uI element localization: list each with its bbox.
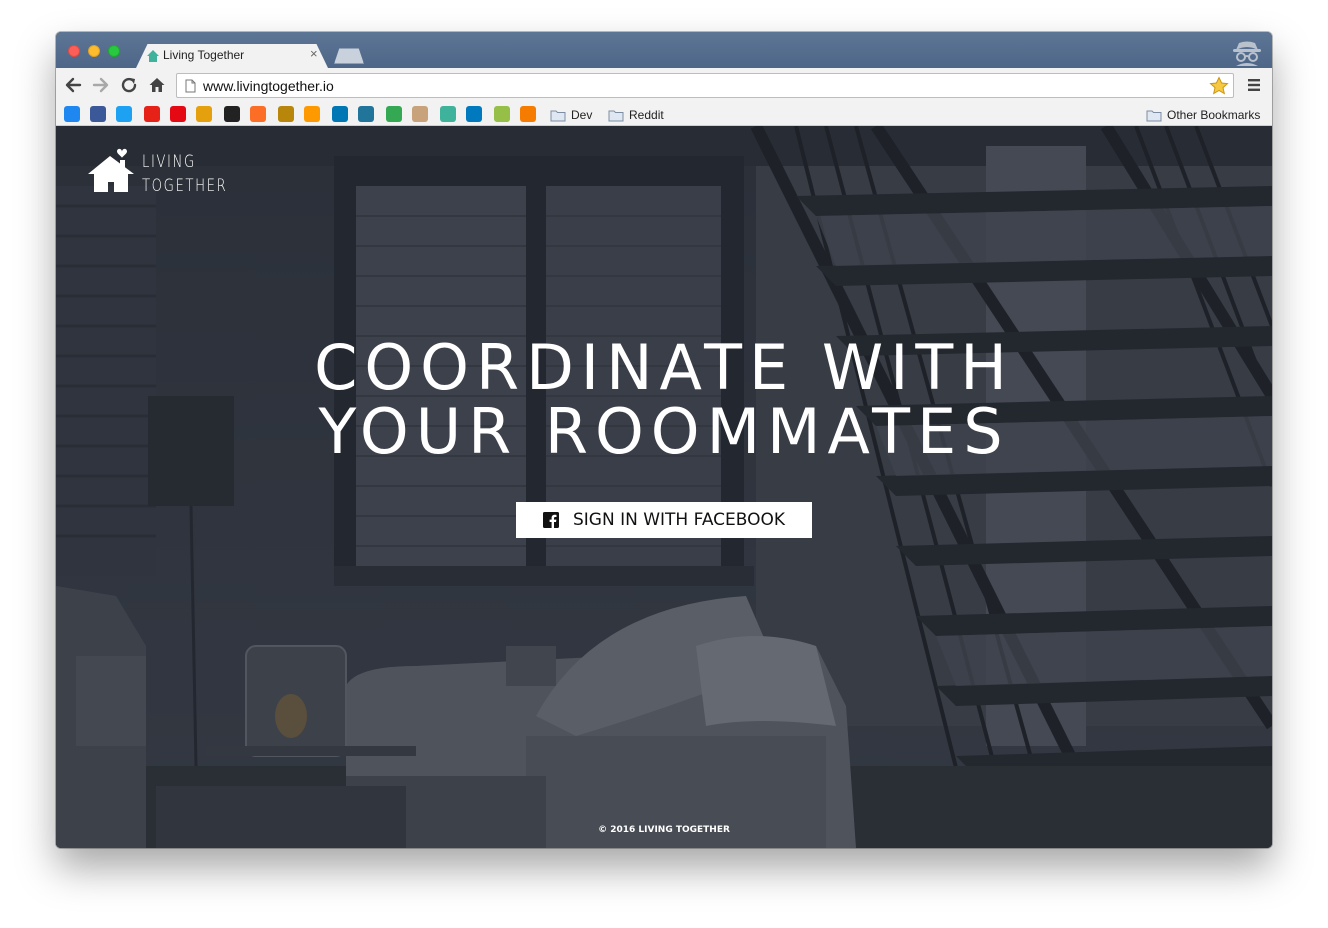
youtube-icon[interactable] bbox=[144, 106, 160, 122]
back-arrow-icon[interactable] bbox=[64, 76, 82, 94]
headline-line-1: COORDINATE WITH bbox=[314, 331, 1014, 404]
avatar-icon[interactable] bbox=[412, 106, 428, 122]
new-tab-button[interactable] bbox=[334, 48, 364, 64]
house-icon[interactable] bbox=[440, 106, 456, 122]
google-drive-icon[interactable] bbox=[386, 106, 402, 122]
menu-icon[interactable] bbox=[1247, 78, 1261, 92]
crest-icon[interactable] bbox=[278, 106, 294, 122]
browser-window: Living Together × www.livingtogether.io … bbox=[56, 32, 1272, 848]
background-room-photo bbox=[56, 126, 1272, 848]
address-bar[interactable]: www.livingtogether.io bbox=[176, 73, 1234, 98]
folder-icon bbox=[1146, 110, 1162, 121]
bookmark-folder-label: Dev bbox=[571, 108, 593, 122]
page-icon bbox=[185, 79, 196, 93]
url-text: www.livingtogether.io bbox=[203, 78, 334, 94]
github-icon[interactable] bbox=[224, 106, 240, 122]
trello-icon[interactable] bbox=[466, 106, 482, 122]
sign-in-facebook-button[interactable]: SIGN IN WITH FACEBOOK bbox=[516, 502, 812, 538]
analytics-icon[interactable] bbox=[520, 106, 536, 122]
footer-copyright: © 2016 LIVING TOGETHER bbox=[598, 825, 730, 835]
bookmarks-bar: Dev Reddit Other Bookmarks bbox=[56, 102, 1272, 126]
forward-arrow-icon[interactable] bbox=[92, 76, 110, 94]
logo-wordmark: LIVING TOGETHER bbox=[142, 150, 227, 198]
home-icon[interactable] bbox=[148, 76, 166, 94]
folder-icon bbox=[608, 110, 624, 121]
folder-icon bbox=[550, 110, 566, 121]
logo-line-2: TOGETHER bbox=[142, 176, 228, 196]
sign-in-label: SIGN IN WITH FACEBOOK bbox=[572, 510, 786, 530]
hero-headline: COORDINATE WITH YOUR ROOMMATES bbox=[56, 336, 1272, 464]
incognito-icon bbox=[1233, 41, 1261, 66]
bookmark-star-icon[interactable] bbox=[1209, 76, 1229, 96]
bookmark-folder-label: Reddit bbox=[629, 108, 664, 122]
house-icon bbox=[147, 50, 159, 62]
wordpress-icon[interactable] bbox=[358, 106, 374, 122]
messenger-icon[interactable] bbox=[64, 106, 80, 122]
title-bar: Living Together × bbox=[56, 32, 1272, 68]
bookmark-folder-label: Other Bookmarks bbox=[1167, 108, 1261, 122]
plex-icon[interactable] bbox=[196, 106, 212, 122]
gitlab-icon[interactable] bbox=[250, 106, 266, 122]
reload-icon[interactable] bbox=[120, 76, 138, 94]
browser-toolbar: www.livingtogether.io bbox=[56, 68, 1272, 102]
twitter-icon[interactable] bbox=[116, 106, 132, 122]
netflix-icon[interactable] bbox=[170, 106, 186, 122]
minimize-window-button[interactable] bbox=[88, 45, 100, 57]
amazon-icon[interactable] bbox=[304, 106, 320, 122]
bookmark-folder-other[interactable]: Other Bookmarks bbox=[1146, 107, 1260, 123]
bookmark-folder-dev[interactable]: Dev bbox=[550, 107, 592, 123]
facebook-icon[interactable] bbox=[90, 106, 106, 122]
facebook-icon bbox=[542, 512, 559, 528]
tab-title: Living Together bbox=[163, 48, 245, 62]
headline-line-2: YOUR ROOMMATES bbox=[318, 395, 1010, 468]
zoom-window-button[interactable] bbox=[108, 45, 120, 57]
close-window-button[interactable] bbox=[68, 45, 80, 57]
linkedin-icon[interactable] bbox=[332, 106, 348, 122]
hero-section: LIVING TOGETHER COORDINATE WITH YOUR ROO… bbox=[56, 126, 1272, 848]
logo-line-1: LIVING bbox=[142, 152, 196, 172]
shopify-icon[interactable] bbox=[494, 106, 510, 122]
tab-close-icon[interactable]: × bbox=[310, 47, 318, 61]
bookmark-folder-reddit[interactable]: Reddit bbox=[608, 107, 664, 123]
